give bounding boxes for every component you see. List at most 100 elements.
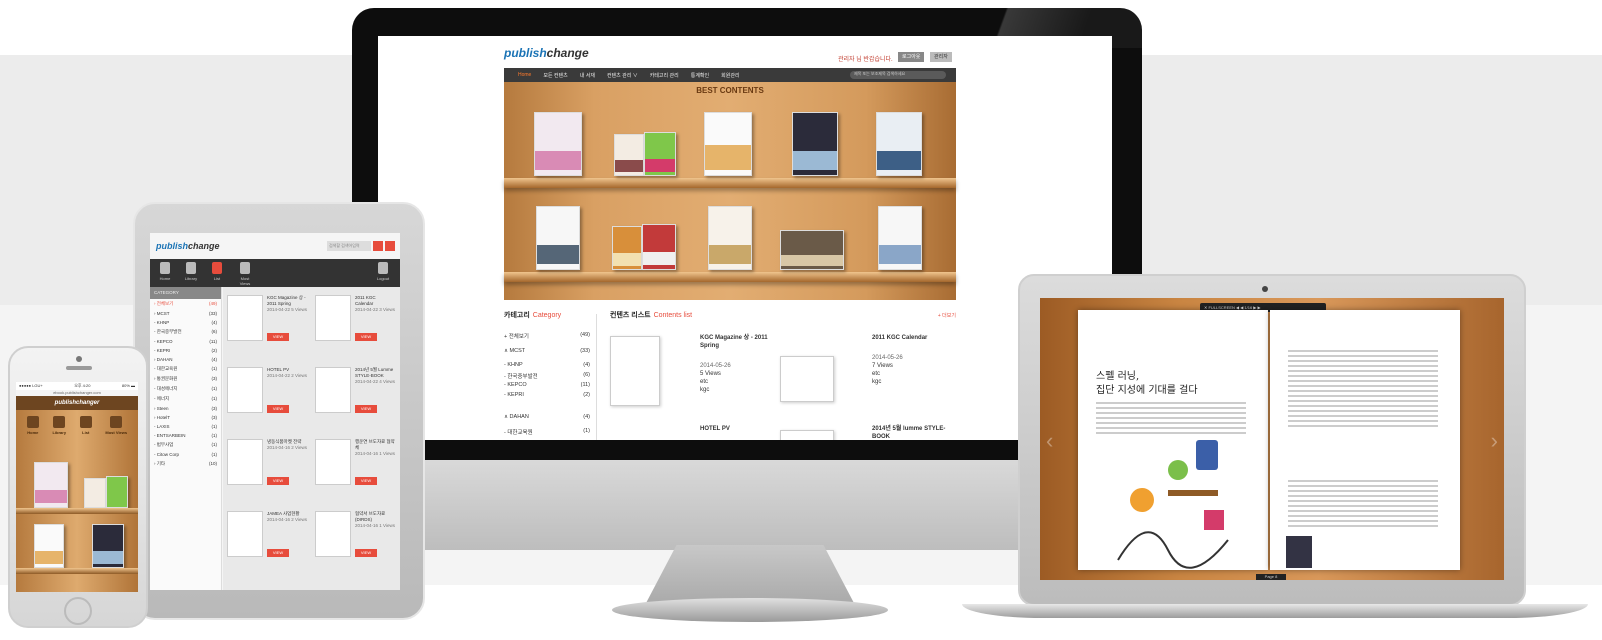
content-card[interactable]: JAMEA 사업현황 2014-04-16 2 Views VIEW [225, 505, 309, 569]
category-row[interactable]: - 한국중부발전 (6) [150, 327, 221, 337]
book-cover[interactable] [34, 524, 64, 568]
category-row[interactable]: › 전체보기 (49) [150, 299, 221, 309]
nav-all-contents[interactable]: 모든 컨텐츠 [543, 72, 567, 79]
category-row[interactable]: ∧ DAHAN (4) [504, 414, 590, 420]
category-row[interactable]: - 한국중부발전 (6) [504, 372, 590, 380]
book-cover[interactable] [642, 224, 676, 270]
view-button[interactable]: VIEW [267, 333, 289, 341]
content-item[interactable]: HOTEL PV [700, 425, 780, 433]
category-row[interactable]: - KEPRI (2) [504, 392, 590, 398]
book-cover[interactable] [34, 462, 68, 508]
book-cover[interactable] [92, 524, 124, 568]
tool-logout[interactable]: Logout [374, 262, 392, 281]
category-row[interactable]: › Steen (3) [150, 404, 221, 413]
menu-icon[interactable] [385, 241, 395, 251]
phone-tool-library[interactable]: Library [53, 416, 66, 435]
nav-my-library[interactable]: 내 서재 [580, 72, 595, 79]
phone-tool-home[interactable]: Home [26, 416, 39, 435]
nav-search-input[interactable]: 제목 또는 보조제목 검색하세요 [850, 71, 946, 79]
view-button[interactable]: VIEW [355, 333, 377, 341]
category-row[interactable]: - KEPRI (2) [150, 346, 221, 355]
view-button[interactable]: VIEW [355, 405, 377, 413]
admin-button[interactable]: 관리자 [930, 52, 952, 62]
category-row[interactable]: - LAXIS (1) [150, 422, 221, 431]
category-row[interactable]: - ENTSARBEIN (1) [150, 431, 221, 440]
category-row[interactable]: › HotelT (3) [150, 413, 221, 422]
tablet-logo[interactable]: publishchange [156, 241, 220, 251]
category-row[interactable]: › 기타 (10) [150, 459, 221, 469]
card-cover[interactable] [227, 367, 263, 413]
book-cover[interactable] [792, 112, 838, 176]
content-item[interactable]: KGC Magazine 상 - 2011 Spring 2014-05-26 … [700, 334, 780, 394]
book-cover[interactable] [612, 226, 642, 270]
tablet-search-input[interactable]: 검색할 검색어입력 [327, 241, 371, 251]
content-thumbnail[interactable] [610, 336, 660, 406]
book-cover[interactable] [106, 476, 128, 508]
nav-members[interactable]: 회원관리 [721, 72, 739, 79]
book-cover[interactable] [708, 206, 752, 270]
category-row[interactable]: - KEPCO (11) [150, 337, 221, 346]
search-icon[interactable] [373, 241, 383, 251]
category-row[interactable]: - KHNP (4) [504, 362, 590, 368]
view-button[interactable]: VIEW [355, 477, 377, 485]
category-row[interactable]: - Citow Corp (1) [150, 450, 221, 459]
category-row[interactable]: › MCST (33) [150, 309, 221, 318]
category-row[interactable]: - 대한교육원 (1) [150, 364, 221, 374]
category-row[interactable]: + 전체보기 (49) [504, 332, 590, 340]
content-card[interactable]: 2011 KGC Calendar 2014-04-22 3 Views VIEW [313, 289, 397, 353]
book-cover[interactable] [780, 230, 844, 270]
content-thumbnail[interactable] [780, 356, 834, 402]
content-card[interactable]: 협약서 브도자료 (DIRDS) 2014-04-16 1 Views VIEW [313, 505, 397, 569]
category-row[interactable]: - 대한교육원 (1) [504, 428, 590, 436]
content-card[interactable]: 행운연 브도자료 협약 체 2014-04-16 1 Views VIEW [313, 433, 397, 497]
tool-library[interactable]: Library [182, 262, 200, 281]
book-cover[interactable] [84, 478, 106, 508]
book-cover[interactable] [644, 132, 676, 176]
content-card[interactable]: 2014년 5월 Lumme STYLE-BOOK 2014-04-22 4 Vi… [313, 361, 397, 425]
nav-statistics[interactable]: 통계확인 [691, 72, 709, 79]
card-cover[interactable] [227, 295, 263, 341]
book-cover[interactable] [876, 112, 922, 176]
category-row[interactable]: › 통권문화원 (3) [150, 374, 221, 384]
phone-tool-list[interactable]: List [79, 416, 92, 435]
prev-page-icon[interactable]: ‹ [1046, 428, 1053, 454]
nav-category-manage[interactable]: 카테고리 관리 [650, 72, 679, 79]
content-item[interactable]: 2011 KGC Calendar 2014-05-26 7 Views etc… [872, 334, 952, 386]
nav-home[interactable]: Home [518, 72, 531, 78]
view-button[interactable]: VIEW [267, 549, 289, 557]
phone-tool-most-views[interactable]: Most Views [105, 416, 127, 435]
phone-home-button[interactable] [64, 597, 92, 625]
category-row[interactable]: - KEPCO (11) [504, 382, 590, 388]
category-row[interactable]: - KHNP (4) [150, 318, 221, 327]
site-logo[interactable]: publishchange [504, 46, 589, 60]
book-cover[interactable] [704, 112, 752, 176]
view-button[interactable]: VIEW [355, 549, 377, 557]
content-card[interactable]: HOTEL PV 2014-04-22 2 Views VIEW [225, 361, 309, 425]
card-cover[interactable] [315, 439, 351, 485]
next-page-icon[interactable]: › [1491, 428, 1498, 454]
tool-most-views[interactable]: Most Views [236, 262, 254, 286]
book-cover[interactable] [878, 206, 922, 270]
category-row[interactable]: ∧ MCST (33) [504, 348, 590, 354]
category-row[interactable]: › DAHAN (4) [150, 355, 221, 364]
content-item[interactable]: 2014년 5월 lumme STYLE-BOOK [872, 425, 952, 440]
content-thumbnail[interactable] [780, 430, 834, 440]
nav-contents-manage[interactable]: 컨텐츠 관리 ∨ [607, 72, 638, 79]
view-button[interactable]: VIEW [267, 477, 289, 485]
card-cover[interactable] [227, 439, 263, 485]
view-button[interactable]: VIEW [267, 405, 289, 413]
card-cover[interactable] [315, 295, 351, 341]
category-row[interactable]: - 에너지 (1) [150, 394, 221, 404]
content-card[interactable]: 냉동식품마켓 전략 2014-04-16 2 Views VIEW [225, 433, 309, 497]
book-cover[interactable] [534, 112, 582, 176]
category-row[interactable]: - 법무사업 (1) [150, 440, 221, 450]
card-cover[interactable] [315, 511, 351, 557]
category-row[interactable]: - 대성에너지 (1) [150, 384, 221, 394]
card-cover[interactable] [315, 367, 351, 413]
book-cover[interactable] [536, 206, 580, 270]
logout-button[interactable]: 로그아웃 [898, 52, 925, 62]
tool-home[interactable]: Home [156, 262, 174, 281]
more-link[interactable]: + 더보기 [938, 312, 956, 319]
tool-list[interactable]: List [208, 262, 226, 281]
content-card[interactable]: KGC Magazine 상 - 2011 Spring 2014-04-22 5… [225, 289, 309, 353]
